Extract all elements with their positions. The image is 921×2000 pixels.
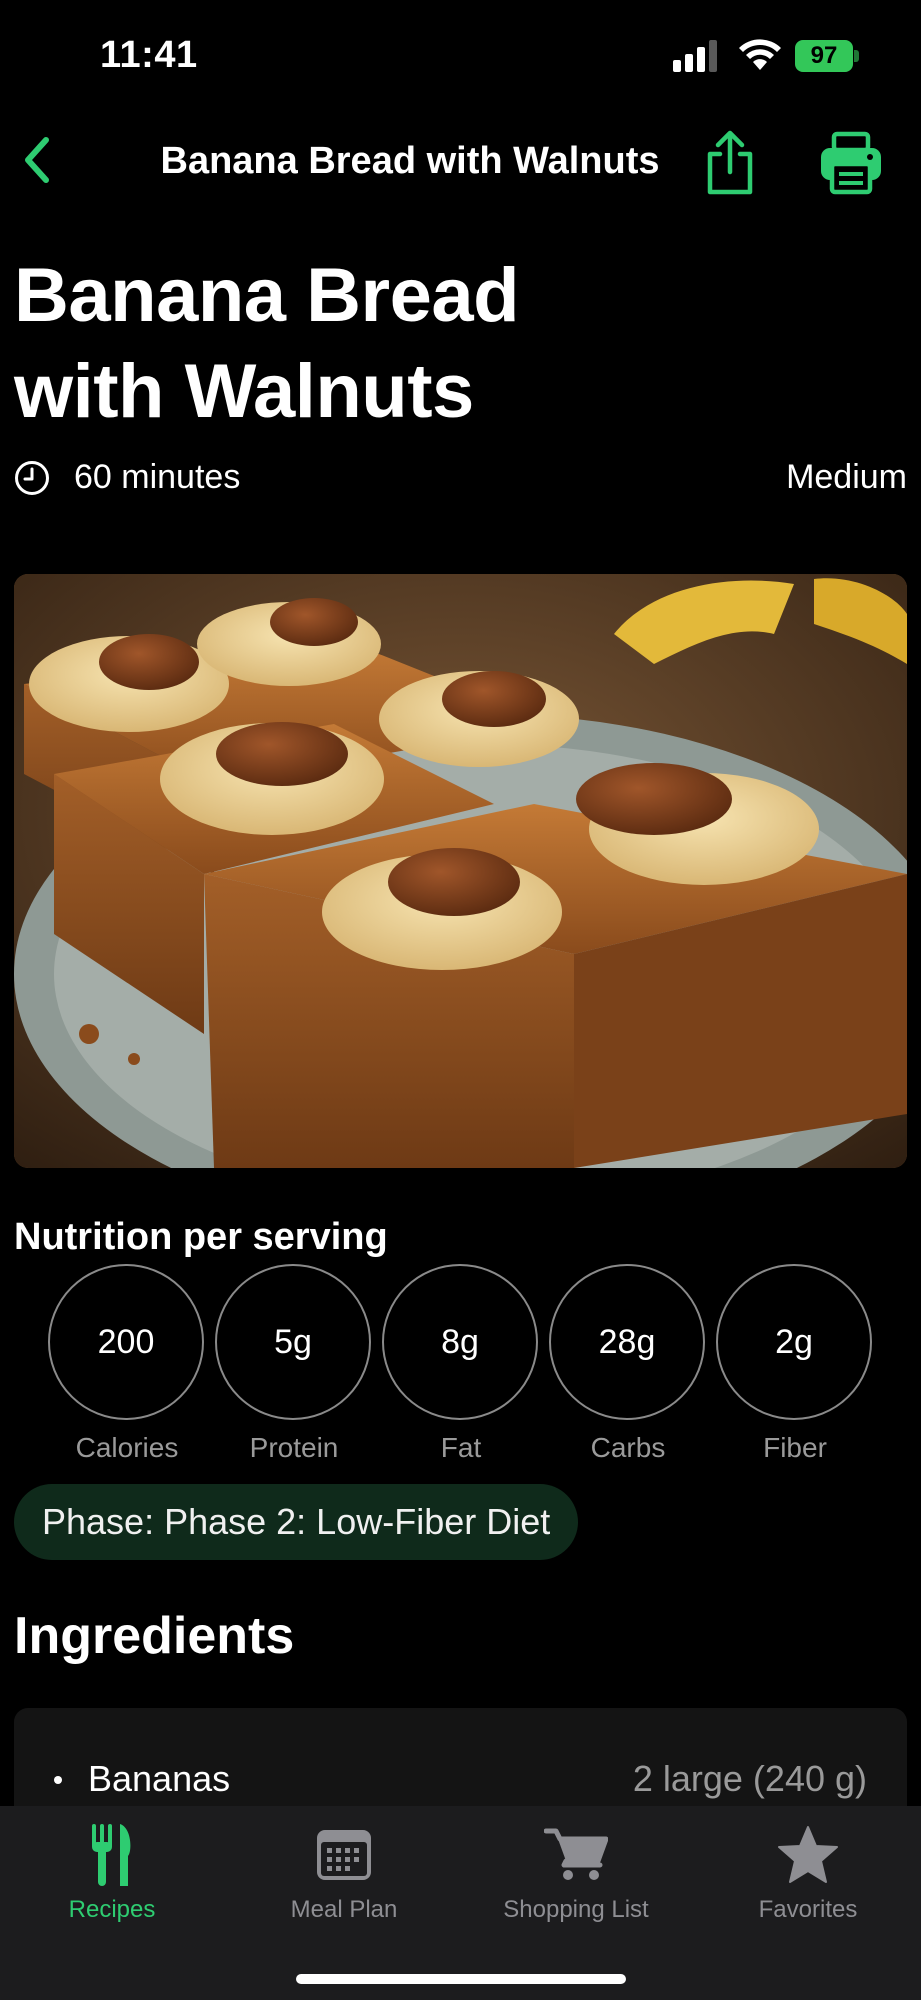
nutrition-label: Protein	[249, 1432, 339, 1463]
nutrition-value: 5g	[215, 1264, 371, 1420]
clock-icon	[15, 461, 49, 495]
nutrition-label: Carbs	[590, 1432, 666, 1463]
tab-label: Shopping List	[503, 1896, 649, 1923]
nutrition-value: 2g	[716, 1264, 872, 1420]
print-button[interactable]	[818, 130, 884, 196]
list-item: Bananas 2 large (240 g)	[14, 1758, 907, 1808]
status-bar: 11:41 97	[0, 0, 921, 110]
home-indicator	[296, 1974, 626, 1984]
tab-label: Recipes	[68, 1896, 156, 1923]
battery-level: 97	[795, 40, 853, 72]
nutrition-carbs: 28g Carbs	[549, 1264, 707, 1464]
share-button[interactable]	[700, 128, 760, 198]
tab-label: Meal Plan	[290, 1896, 398, 1923]
diet-phase-badge: Phase: Phase 2: Low-Fiber Diet	[14, 1484, 579, 1560]
nutrition-fiber: 2g Fiber	[716, 1264, 874, 1464]
difficulty-level: Medium	[786, 458, 907, 496]
nutrition-heading: Nutrition per serving	[14, 1216, 388, 1258]
cooking-duration: 60 minutes	[74, 458, 241, 496]
cart-icon	[541, 1820, 611, 1890]
tab-label: Favorites	[758, 1896, 858, 1923]
recipe-title-line1: Banana Bread	[14, 253, 520, 338]
printer-icon	[821, 131, 881, 195]
ingredient-name: Bananas	[88, 1758, 231, 1799]
nutrition-fat: 8g Fat	[382, 1264, 540, 1464]
tab-favorites[interactable]: Favorites	[708, 1820, 908, 1924]
nutrition-label: Fiber	[763, 1432, 827, 1463]
share-icon	[707, 130, 753, 195]
nutrition-row: 200 Calories 5g Protein 8g Fat 28g Carbs…	[48, 1264, 878, 1464]
status-time: 11:41	[100, 34, 198, 76]
fork-knife-icon	[77, 1820, 147, 1890]
wifi-icon	[739, 39, 781, 70]
nutrition-protein: 5g Protein	[215, 1264, 373, 1464]
navigation-bar: Banana Bread with Walnuts	[0, 110, 921, 210]
tab-recipes[interactable]: Recipes	[12, 1820, 212, 1924]
nutrition-label: Calories	[75, 1432, 179, 1463]
nutrition-calories: 200 Calories	[48, 1264, 206, 1464]
recipe-title-line2: with Walnuts	[14, 349, 474, 434]
nutrition-label: Fat	[440, 1432, 482, 1463]
tab-shopping-list[interactable]: Shopping List	[476, 1820, 676, 1924]
nutrition-value: 200	[48, 1264, 204, 1420]
nutrition-value: 28g	[549, 1264, 705, 1420]
battery-icon: 97	[795, 40, 859, 72]
tab-meal-plan[interactable]: Meal Plan	[244, 1820, 444, 1924]
recipe-title: Banana Bread with Walnuts	[14, 248, 714, 440]
recipe-meta: 60 minutes Medium	[14, 452, 907, 502]
calendar-icon	[309, 1820, 379, 1890]
star-icon	[773, 1820, 843, 1890]
ingredients-heading: Ingredients	[14, 1607, 295, 1665]
tab-bar: Recipes Meal Plan Shopping List Favorite…	[0, 1806, 921, 2000]
nutrition-value: 8g	[382, 1264, 538, 1420]
nav-title: Banana Bread with Walnuts	[160, 140, 660, 182]
recipe-photo	[14, 574, 907, 1168]
ingredient-quantity: 2 large (240 g)	[632, 1758, 867, 1799]
bullet-icon	[54, 1776, 62, 1784]
cellular-signal-icon	[673, 40, 721, 72]
